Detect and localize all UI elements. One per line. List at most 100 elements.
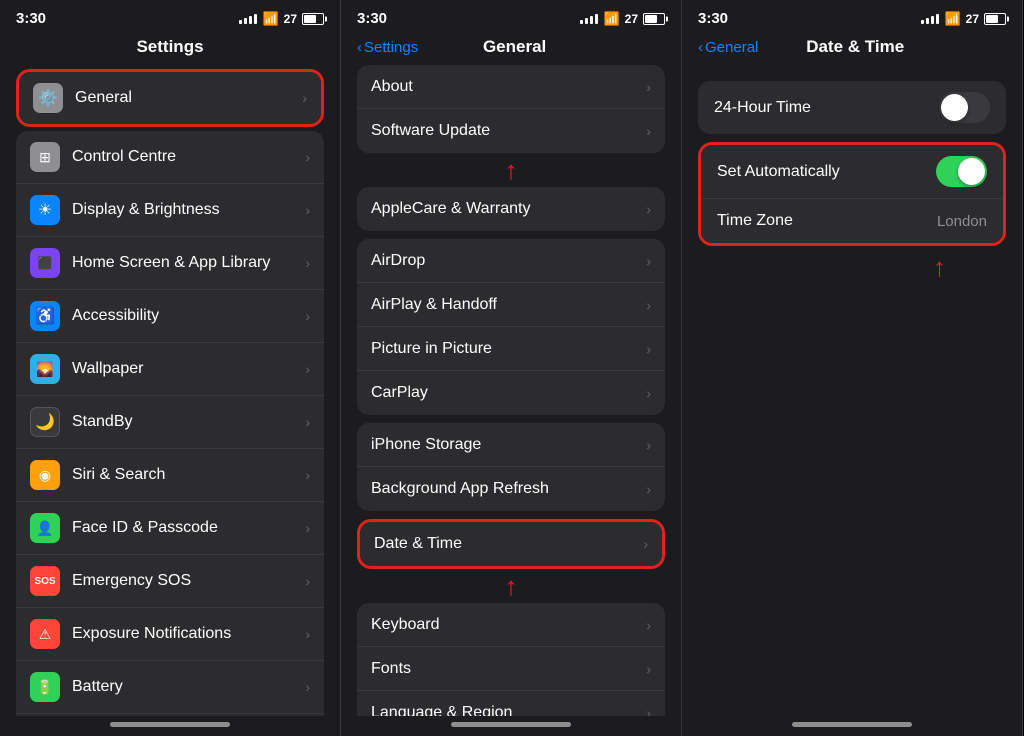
display-icon: ☀ <box>30 195 60 225</box>
battery-icon-3 <box>984 13 1006 25</box>
arrow-up-1: ↑ <box>505 157 518 183</box>
general-chevron: › <box>302 90 307 106</box>
bgrefresh-label: Background App Refresh <box>371 480 642 498</box>
arrow-up-2: ↑ <box>505 573 518 599</box>
settings-item-accessibility[interactable]: ♿ Accessibility › <box>16 290 324 343</box>
general-item-airdrop[interactable]: AirDrop › <box>357 239 665 283</box>
dt-group-24h: 24-Hour Time <box>698 81 1006 134</box>
signal-icon-3 <box>921 14 939 24</box>
general-item-fonts[interactable]: Fonts › <box>357 647 665 691</box>
settings-panel: 3:30 📶 27 Settings ⚙️ <box>0 0 341 736</box>
applecare-label: AppleCare & Warranty <box>371 200 642 218</box>
home-indicator-3 <box>682 716 1022 736</box>
general-nav: ‹ Settings General <box>341 33 681 65</box>
general-item-keyboard[interactable]: Keyboard › <box>357 603 665 647</box>
pip-label: Picture in Picture <box>371 340 642 358</box>
settings-item-battery[interactable]: 🔋 Battery › <box>16 661 324 714</box>
settings-item-wallpaper[interactable]: 🌄 Wallpaper › <box>16 343 324 396</box>
settings-item-privacy[interactable]: 🤚 Privacy & Security › <box>16 714 324 716</box>
settings-item-exposure[interactable]: ⚠ Exposure Notifications › <box>16 608 324 661</box>
general-section: About › Software Update › ↑ AppleCare & … <box>357 65 665 716</box>
standby-chevron: › <box>305 414 310 430</box>
language-label: Language & Region <box>371 704 642 717</box>
general-back-btn[interactable]: ‹ General <box>698 39 758 56</box>
softwareupdate-label: Software Update <box>371 122 642 140</box>
setauto-group: Set Automatically Time Zone London <box>701 145 1003 243</box>
arrow-up-3: ↑ <box>933 254 946 280</box>
home-indicator-2 <box>341 716 681 736</box>
battery-label-3: 27 <box>966 12 979 26</box>
carplay-label: CarPlay <box>371 384 642 402</box>
general-item-pip[interactable]: Picture in Picture › <box>357 327 665 371</box>
general-item-about[interactable]: About › <box>357 65 665 109</box>
battery-settings-icon: 🔋 <box>30 672 60 702</box>
wallpaper-chevron: › <box>305 361 310 377</box>
settings-group-main: ⊞ Control Centre › ☀ Display & Brightnes… <box>16 131 324 716</box>
24h-toggle[interactable] <box>939 92 990 123</box>
status-icons-2: 📶 27 <box>580 11 665 27</box>
settings-item-display[interactable]: ☀ Display & Brightness › <box>16 184 324 237</box>
settings-item-faceid[interactable]: 👤 Face ID & Passcode › <box>16 502 324 555</box>
wallpaper-icon: 🌄 <box>30 354 60 384</box>
24h-toggle-knob <box>941 94 968 121</box>
battery-label-1: 27 <box>284 12 297 26</box>
arrow-3-area: ↑ <box>698 254 1006 280</box>
settings-item-sos[interactable]: SOS Emergency SOS › <box>16 555 324 608</box>
settings-item-general[interactable]: ⚙️ General › <box>19 72 321 124</box>
settings-item-siri[interactable]: ◉ Siri & Search › <box>16 449 324 502</box>
general-group-1: About › Software Update › <box>357 65 665 153</box>
dt-item-timezone[interactable]: Time Zone London <box>701 199 1003 243</box>
wifi-icon-1: 📶 <box>262 11 278 27</box>
arrow-2-area: ↑ <box>357 573 665 599</box>
general-item-storage[interactable]: iPhone Storage › <box>357 423 665 467</box>
general-item-airplay[interactable]: AirPlay & Handoff › <box>357 283 665 327</box>
datetime-group-highlighted: Date & Time › <box>360 522 662 566</box>
setauto-toggle-knob <box>958 158 985 185</box>
datetime-title: Date & Time <box>764 37 1006 57</box>
settings-item-control-centre[interactable]: ⊞ Control Centre › <box>16 131 324 184</box>
settings-item-homescreen[interactable]: ⬛ Home Screen & App Library › <box>16 237 324 290</box>
general-item-softwareupdate[interactable]: Software Update › <box>357 109 665 153</box>
datetime-content[interactable]: 24-Hour Time Set Automatically <box>682 65 1022 716</box>
general-item-datetime[interactable]: Date & Time › <box>360 522 662 566</box>
battery-label: Battery <box>72 678 301 696</box>
homescreen-chevron: › <box>305 255 310 271</box>
general-item-carplay[interactable]: CarPlay › <box>357 371 665 415</box>
exposure-label: Exposure Notifications <box>72 625 301 643</box>
about-label: About <box>371 78 642 96</box>
cc-chevron: › <box>305 149 310 165</box>
setauto-toggle[interactable] <box>936 156 987 187</box>
general-group-3: AirDrop › AirPlay & Handoff › Picture in… <box>357 239 665 415</box>
settings-content[interactable]: ⚙️ General › ⊞ Control Centre › ☀ Displa… <box>0 69 340 716</box>
general-content[interactable]: About › Software Update › ↑ AppleCare & … <box>341 65 681 716</box>
battery-icon-1 <box>302 13 324 25</box>
display-chevron: › <box>305 202 310 218</box>
general-label: General <box>75 89 298 107</box>
status-time-2: 3:30 <box>357 10 387 27</box>
status-icons-3: 📶 27 <box>921 11 1006 27</box>
general-group-4: iPhone Storage › Background App Refresh … <box>357 423 665 511</box>
general-group: ⚙️ General › <box>19 72 321 124</box>
general-item-applecare[interactable]: AppleCare & Warranty › <box>357 187 665 231</box>
setauto-highlight-box: Set Automatically Time Zone London <box>698 142 1006 246</box>
dt-item-setauto[interactable]: Set Automatically <box>701 145 1003 199</box>
arrow-1-area: ↑ <box>357 157 665 183</box>
exposure-icon: ⚠ <box>30 619 60 649</box>
wifi-icon-3: 📶 <box>944 11 960 27</box>
settings-item-standby[interactable]: 🌙 StandBy › <box>16 396 324 449</box>
exposure-chevron: › <box>305 626 310 642</box>
accessibility-icon: ♿ <box>30 301 60 331</box>
dt-item-24h[interactable]: 24-Hour Time <box>698 81 1006 134</box>
status-bar-2: 3:30 📶 27 <box>341 0 681 33</box>
settings-back-btn[interactable]: ‹ Settings <box>357 39 418 56</box>
storage-label: iPhone Storage <box>371 436 642 454</box>
airdrop-label: AirDrop <box>371 252 642 270</box>
general-item-bgrefresh[interactable]: Background App Refresh › <box>357 467 665 511</box>
datetime-nav: ‹ General Date & Time <box>682 33 1022 65</box>
airplay-label: AirPlay & Handoff <box>371 296 642 314</box>
general-item-language[interactable]: Language & Region › <box>357 691 665 716</box>
general-group-2: AppleCare & Warranty › <box>357 187 665 231</box>
battery-icon-2 <box>643 13 665 25</box>
accessibility-chevron: › <box>305 308 310 324</box>
keyboard-label: Keyboard <box>371 616 642 634</box>
